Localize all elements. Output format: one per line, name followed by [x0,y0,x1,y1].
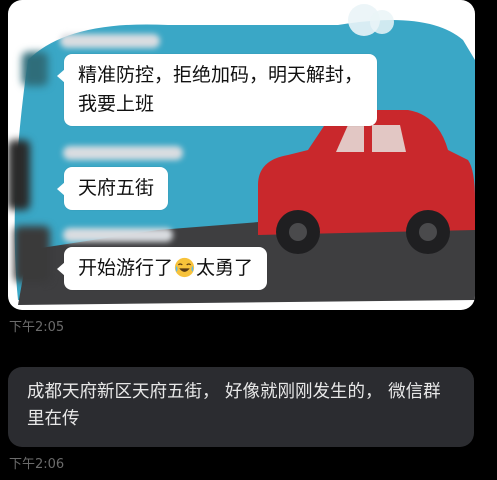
chat-bubble: 天府五街 [56,167,169,210]
sender-name [63,146,183,160]
shared-screenshot[interactable]: 精准防控，拒绝加码，明天解封， 我要上班 天府五街 开始游行了 太勇了 [8,0,475,310]
sender-name [63,228,173,242]
avatar [22,52,48,86]
message-text: 太勇了 [196,257,254,279]
message-timestamp: 下午2:05 [9,320,65,335]
sender-name [60,34,160,48]
message-text: 我要上班 [78,93,155,115]
chat-bubble[interactable]: 成都天府新区天府五街， 好像就刚刚发生的， 微信群里在传 [8,367,474,447]
chat-bubble: 精准防控，拒绝加码，明天解封， 我要上班 [56,54,378,126]
message-text: 天府五街 [78,177,155,199]
message-timestamp: 下午2:06 [9,457,65,472]
message-text: 精准防控，拒绝加码，明天解封， [78,64,364,86]
crying-laughing-emoji [174,257,195,278]
avatar [8,140,30,210]
message-text: 成都天府新区天府五街， 好像就刚刚发生的， 微信群里在传 [27,382,441,429]
message-text: 开始游行了 [78,257,174,279]
chat-bubble: 开始游行了 太勇了 [56,247,268,290]
avatar [14,226,50,282]
